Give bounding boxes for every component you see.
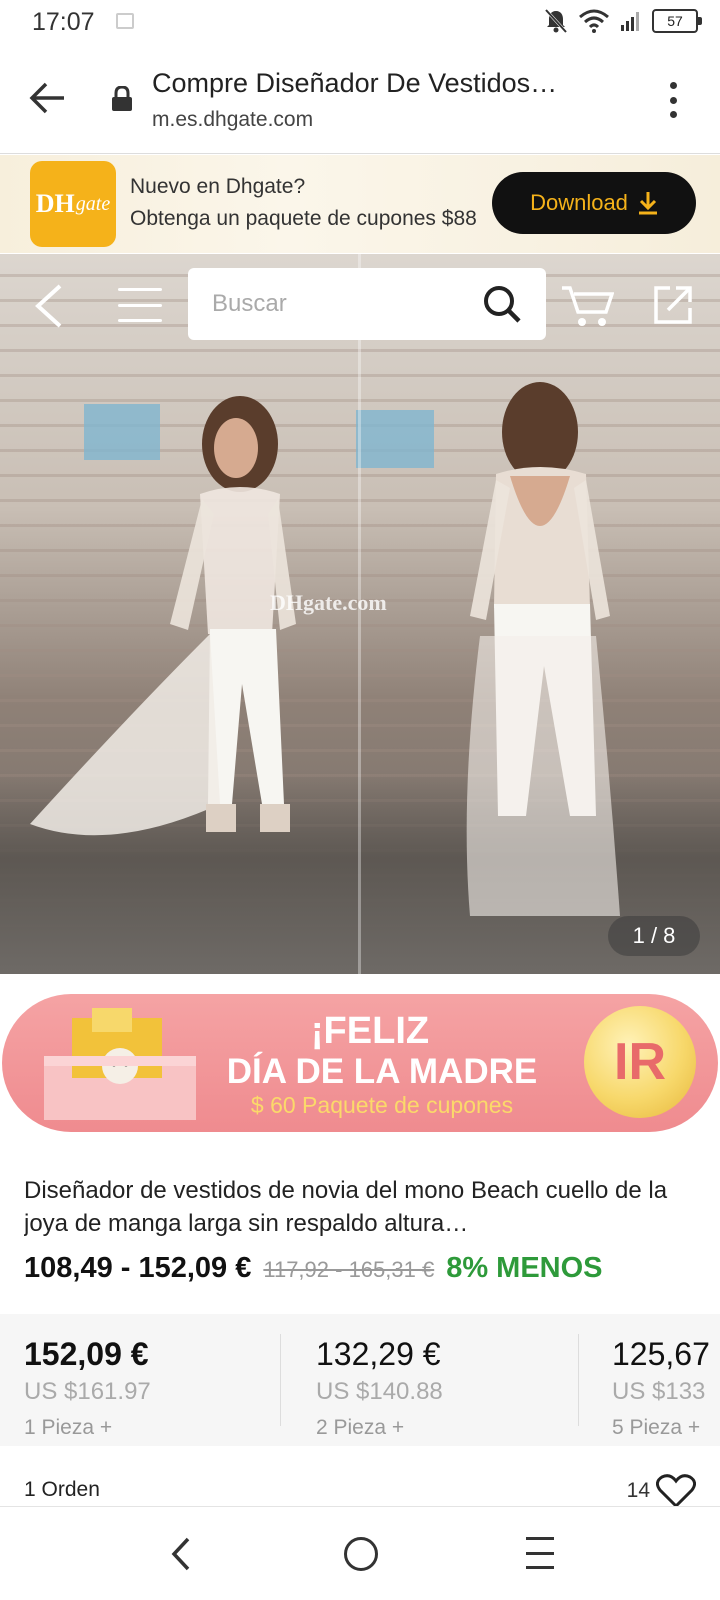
banner-headline: Nuevo en Dhgate? [130, 175, 306, 198]
image-notification-icon [116, 13, 134, 29]
model-back-figure [466, 382, 620, 916]
status-bar: 17:07 57 [0, 0, 720, 46]
nav-back-icon[interactable] [166, 1535, 196, 1573]
tier-quantity: 5 Pieza + [612, 1416, 701, 1439]
banner-subtext: Obtenga un paquete de cupones $88 [130, 207, 477, 230]
discount-badge: 8% MENOS [446, 1252, 603, 1284]
product-image-carousel[interactable]: DHgate.com 1 / 8 [0, 254, 720, 974]
tier-usd-price: US $140.88 [316, 1378, 443, 1405]
download-button[interactable]: Download [492, 172, 696, 234]
more-options-icon[interactable] [668, 82, 678, 118]
menu-icon[interactable] [118, 288, 162, 322]
tier-usd-price: US $133 [612, 1378, 706, 1405]
battery-icon: 57 [652, 9, 702, 33]
tier-price-card[interactable]: 152,09 € US $161.97 1 Pieza + [0, 1314, 296, 1446]
tier-divider [280, 1334, 281, 1426]
hero-toolbar [0, 268, 720, 340]
promo-headline-2: DÍA DE LA MADRE [226, 1052, 538, 1091]
download-icon [638, 192, 657, 215]
nav-home-icon[interactable] [344, 1537, 378, 1571]
tier-divider [578, 1334, 579, 1426]
signal-icon [621, 12, 639, 31]
model-front-figure [30, 396, 296, 836]
tier-price: 132,29 € [316, 1336, 441, 1372]
page-title[interactable]: Compre Diseñador De Vestidos… [152, 68, 622, 99]
logo-sub: gate [75, 192, 111, 215]
app-download-banner[interactable]: DH gate Nuevo en Dhgate? Obtenga un paque… [0, 155, 720, 253]
lock-icon[interactable] [111, 86, 133, 112]
system-navigation-bar [0, 1506, 720, 1600]
back-arrow-icon[interactable] [28, 78, 68, 118]
tier-price-list[interactable]: 152,09 € US $161.97 1 Pieza + 132,29 € U… [0, 1314, 720, 1446]
cart-icon[interactable] [560, 284, 614, 328]
search-icon[interactable] [482, 284, 522, 324]
tier-price: 125,67 [612, 1336, 710, 1372]
image-counter: 1 / 8 [608, 916, 700, 956]
tier-quantity: 2 Pieza + [316, 1416, 405, 1439]
wifi-icon [579, 9, 609, 33]
status-icons: 57 [544, 8, 702, 34]
gift-box-icon [44, 1008, 196, 1120]
tier-quantity: 1 Pieza + [24, 1416, 113, 1439]
tier-price-card[interactable]: 125,67 US $133 5 Pieza + [588, 1314, 720, 1446]
dhgate-logo: DH gate [30, 161, 116, 247]
tier-usd-price: US $161.97 [24, 1378, 151, 1405]
page-url[interactable]: m.es.dhgate.com [152, 108, 313, 132]
mothers-day-promo-banner[interactable]: ¡FELIZ DÍA DE LA MADRE $ 60 Paquete de c… [0, 988, 720, 1138]
price-range: 108,49 - 152,09 € [24, 1252, 252, 1284]
wall-paint-patch [356, 410, 434, 468]
tier-price: 152,09 € [24, 1336, 149, 1372]
promo-coupon-text: $ 60 Paquete de cupones [250, 1092, 514, 1118]
original-price: 117,92 - 165,31 € [263, 1257, 435, 1282]
mute-icon [544, 8, 568, 34]
like-count: 14 [626, 1479, 650, 1502]
watermark: DHgate.com [270, 590, 387, 615]
download-label: Download [530, 190, 628, 215]
price-row: 108,49 - 152,09 € 117,92 - 165,31 € 8% M… [24, 1252, 603, 1285]
product-title[interactable]: Diseñador de vestidos de novia del mono … [24, 1174, 696, 1240]
wishlist[interactable]: 14 [627, 1474, 696, 1508]
promo-headline: ¡FELIZ [310, 1010, 430, 1052]
promo-go-button[interactable]: IR [584, 1006, 696, 1118]
order-count: 1 Orden [24, 1478, 100, 1501]
back-chevron-icon[interactable] [30, 282, 66, 330]
search-input[interactable] [212, 268, 452, 340]
tier-price-card[interactable]: 132,29 € US $140.88 2 Pieza + [292, 1314, 588, 1446]
status-time: 17:07 [32, 8, 95, 36]
search-bar[interactable] [188, 268, 546, 340]
heart-icon[interactable] [656, 1474, 696, 1508]
browser-toolbar: Compre Diseñador De Vestidos… m.es.dhgat… [0, 46, 720, 154]
nav-recents-icon[interactable] [526, 1537, 554, 1569]
logo-main: DH [35, 189, 75, 218]
share-icon[interactable] [652, 284, 694, 326]
